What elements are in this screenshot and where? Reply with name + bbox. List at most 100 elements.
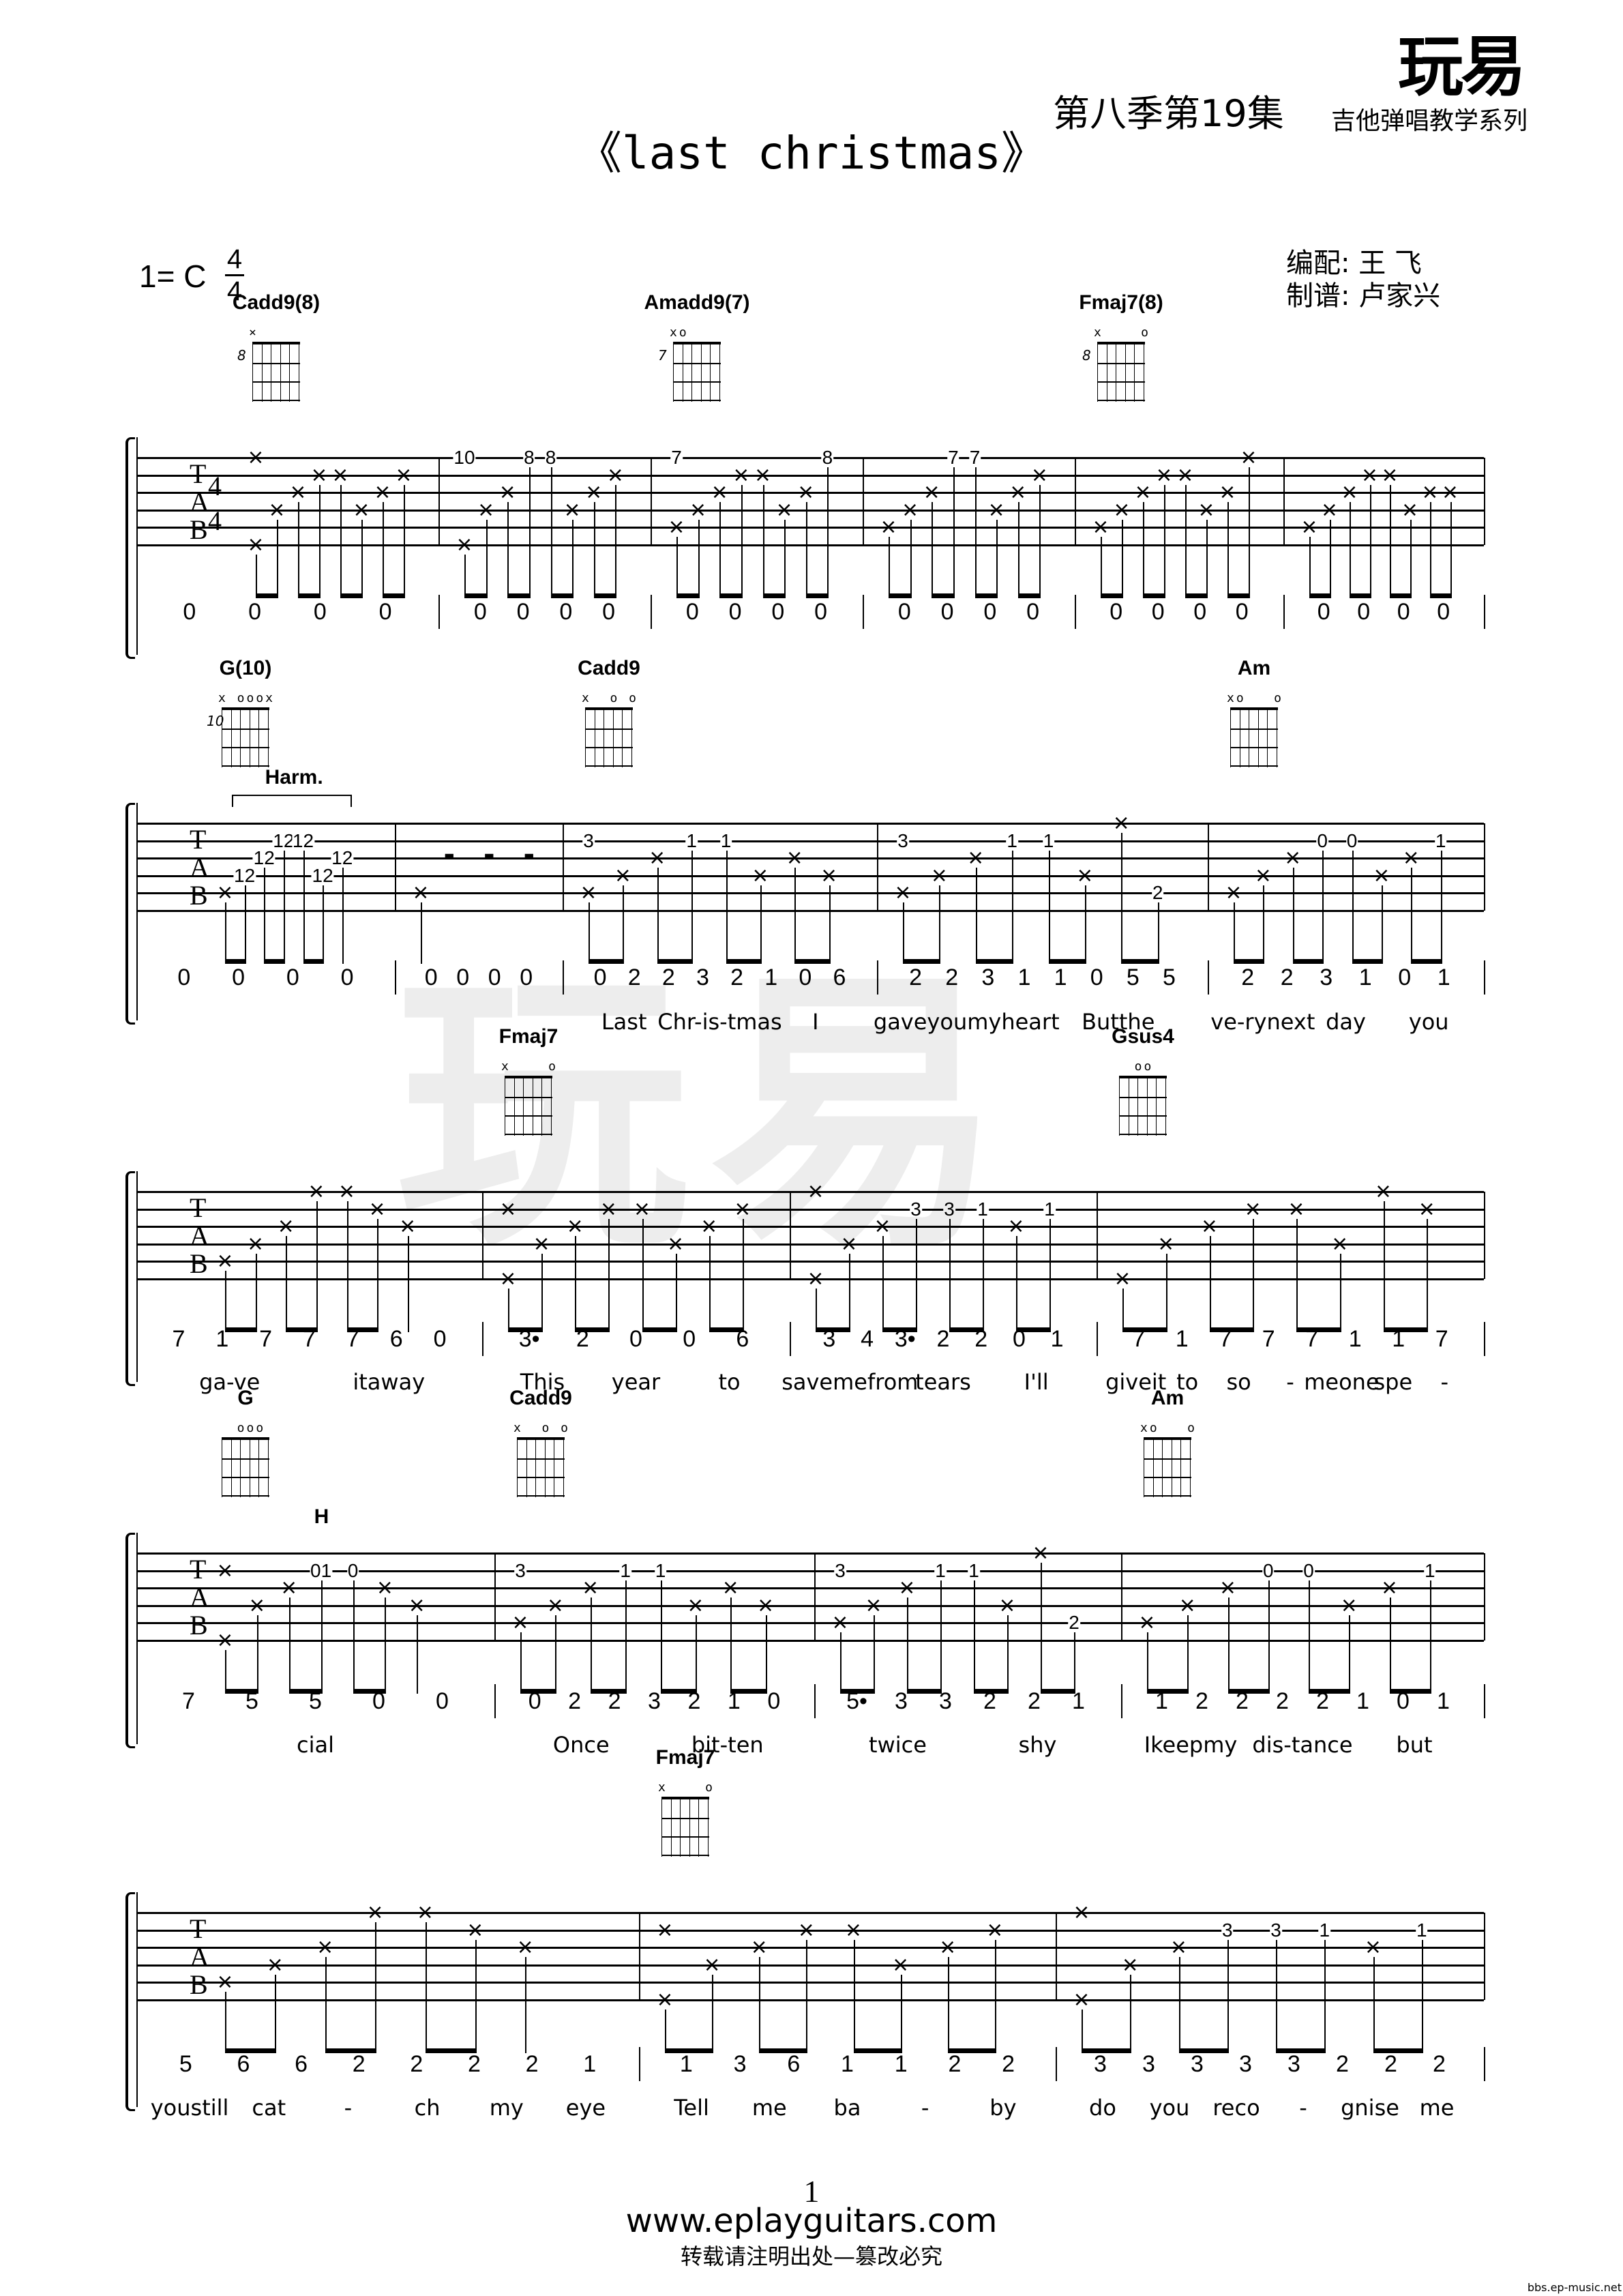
note-stem	[975, 868, 977, 964]
muted-string-mark: ×	[277, 1214, 295, 1239]
muted-string-mark: ×	[892, 1952, 910, 1977]
fret-number: 1	[1415, 1919, 1428, 1941]
note-stem	[377, 1218, 379, 1332]
note-stem	[719, 502, 721, 598]
jianpu-note: 3	[1239, 2051, 1252, 2077]
fret-number: 2	[1151, 882, 1164, 904]
jianpu-note: 1	[727, 1688, 741, 1714]
note-stem	[1185, 484, 1187, 598]
muted-string-mark: ×	[757, 1593, 775, 1617]
muted-string-mark: ×	[844, 1917, 863, 1942]
muted-string-mark: ×	[606, 462, 624, 487]
diagram-string	[700, 344, 702, 402]
fret-number: 01	[310, 1559, 333, 1581]
rest-dashes: - - -	[443, 839, 545, 871]
diagram-fret	[517, 1477, 565, 1478]
jianpu-note: 1	[1050, 1326, 1064, 1352]
note-beam	[593, 593, 617, 598]
note-stem	[760, 885, 762, 964]
note-stem	[1390, 484, 1391, 598]
muted-string-mark: ×	[511, 1610, 529, 1635]
jianpu-note: 1	[841, 2051, 854, 2077]
muted-string-mark: ×	[499, 1267, 517, 1291]
muted-string-mark: ×	[289, 480, 307, 505]
chord-name: Fmaj7(8)	[1079, 291, 1163, 314]
note-stem	[1143, 502, 1144, 598]
muted-string-mark: ×	[582, 1576, 599, 1600]
diagram-string	[230, 1440, 232, 1497]
diagram-string	[523, 1078, 524, 1136]
lyric-word: cat	[252, 2095, 286, 2121]
tab-staff-line	[136, 910, 1484, 912]
note-beam	[225, 2048, 277, 2053]
note-stem	[1263, 885, 1265, 964]
note-stem	[1268, 1580, 1270, 1694]
jianpu-note: 2	[1028, 1688, 1041, 1714]
bbs-link[interactable]: bbs.ep-music.net	[1528, 2282, 1622, 2293]
note-beam	[657, 959, 694, 964]
note-stem	[1429, 1580, 1431, 1694]
jianpu-note: 2	[974, 1326, 988, 1352]
jianpu-note: 0	[629, 1326, 642, 1352]
note-beam	[1227, 1689, 1270, 1694]
website-link[interactable]: www.eplayguitars.com	[0, 2205, 1623, 2237]
diagram-fret	[661, 1836, 709, 1838]
tab-staff-line	[136, 544, 1484, 546]
diagram-open-muted-markers: ×	[249, 325, 258, 340]
tab-staff-line	[136, 1208, 1484, 1211]
technique-label: Harm.	[265, 766, 323, 789]
tab-staff-line	[136, 1243, 1484, 1246]
jianpu-note: 0	[814, 599, 828, 625]
note-stem	[741, 484, 743, 598]
jianpu-note: 0	[1026, 599, 1040, 625]
chord-name: G(10)	[219, 657, 272, 679]
note-stem	[698, 519, 700, 598]
tab-staff-line	[136, 840, 1484, 842]
muted-string-mark: ×	[987, 497, 1005, 522]
jianpu-note: 3	[822, 1326, 836, 1352]
tab-clef-letter: B	[190, 1609, 208, 1640]
note-stem	[1039, 484, 1041, 598]
note-stem	[1352, 850, 1354, 964]
muted-string-mark: ×	[498, 480, 516, 505]
note-beam	[805, 593, 829, 598]
note-stem	[1234, 902, 1235, 964]
jianpu-note: 0	[1357, 599, 1371, 625]
muted-string-mark: ×	[247, 1231, 265, 1256]
diagram-string	[240, 710, 241, 767]
fret-number: 3	[582, 829, 595, 851]
note-stem	[827, 467, 829, 598]
jianpu-note: 7	[303, 1326, 316, 1352]
tab-staff-line	[136, 1587, 1484, 1590]
note-stem	[1296, 1218, 1298, 1332]
muted-string-mark: ×	[353, 497, 370, 522]
jianpu-note: 0	[177, 965, 191, 990]
jianpu-barline	[1121, 1684, 1122, 1718]
jianpu-note: 1	[894, 2051, 908, 2077]
tab-staff-line	[136, 1261, 1484, 1263]
note-stem	[1178, 1957, 1180, 2053]
note-stem	[742, 1218, 744, 1332]
note-beam	[1430, 593, 1452, 598]
note-stem	[675, 1253, 677, 1332]
fret-number: 0	[1345, 829, 1358, 851]
transcriber-credit: 制谱: 卢家兴	[1286, 280, 1441, 312]
jianpu-note: 0	[1090, 965, 1103, 990]
lyric-word: to	[718, 1369, 741, 1395]
barline	[639, 1913, 640, 2000]
note-stem	[325, 1957, 327, 2053]
note-stem	[625, 1580, 627, 1694]
note-stem	[889, 537, 890, 598]
note-beam	[932, 593, 955, 598]
note-stem	[608, 1218, 610, 1332]
muted-string-mark: ×	[408, 1593, 426, 1617]
note-beam	[726, 959, 762, 964]
note-beam	[974, 593, 998, 598]
jianpu-barline	[136, 2047, 138, 2081]
jianpu-note: 0	[286, 965, 299, 990]
diagram-string	[691, 344, 693, 402]
lyric-word: ch	[414, 2095, 441, 2121]
note-beam	[225, 1327, 257, 1332]
muted-string-mark: ×	[1112, 811, 1130, 835]
note-beam	[1292, 959, 1324, 964]
